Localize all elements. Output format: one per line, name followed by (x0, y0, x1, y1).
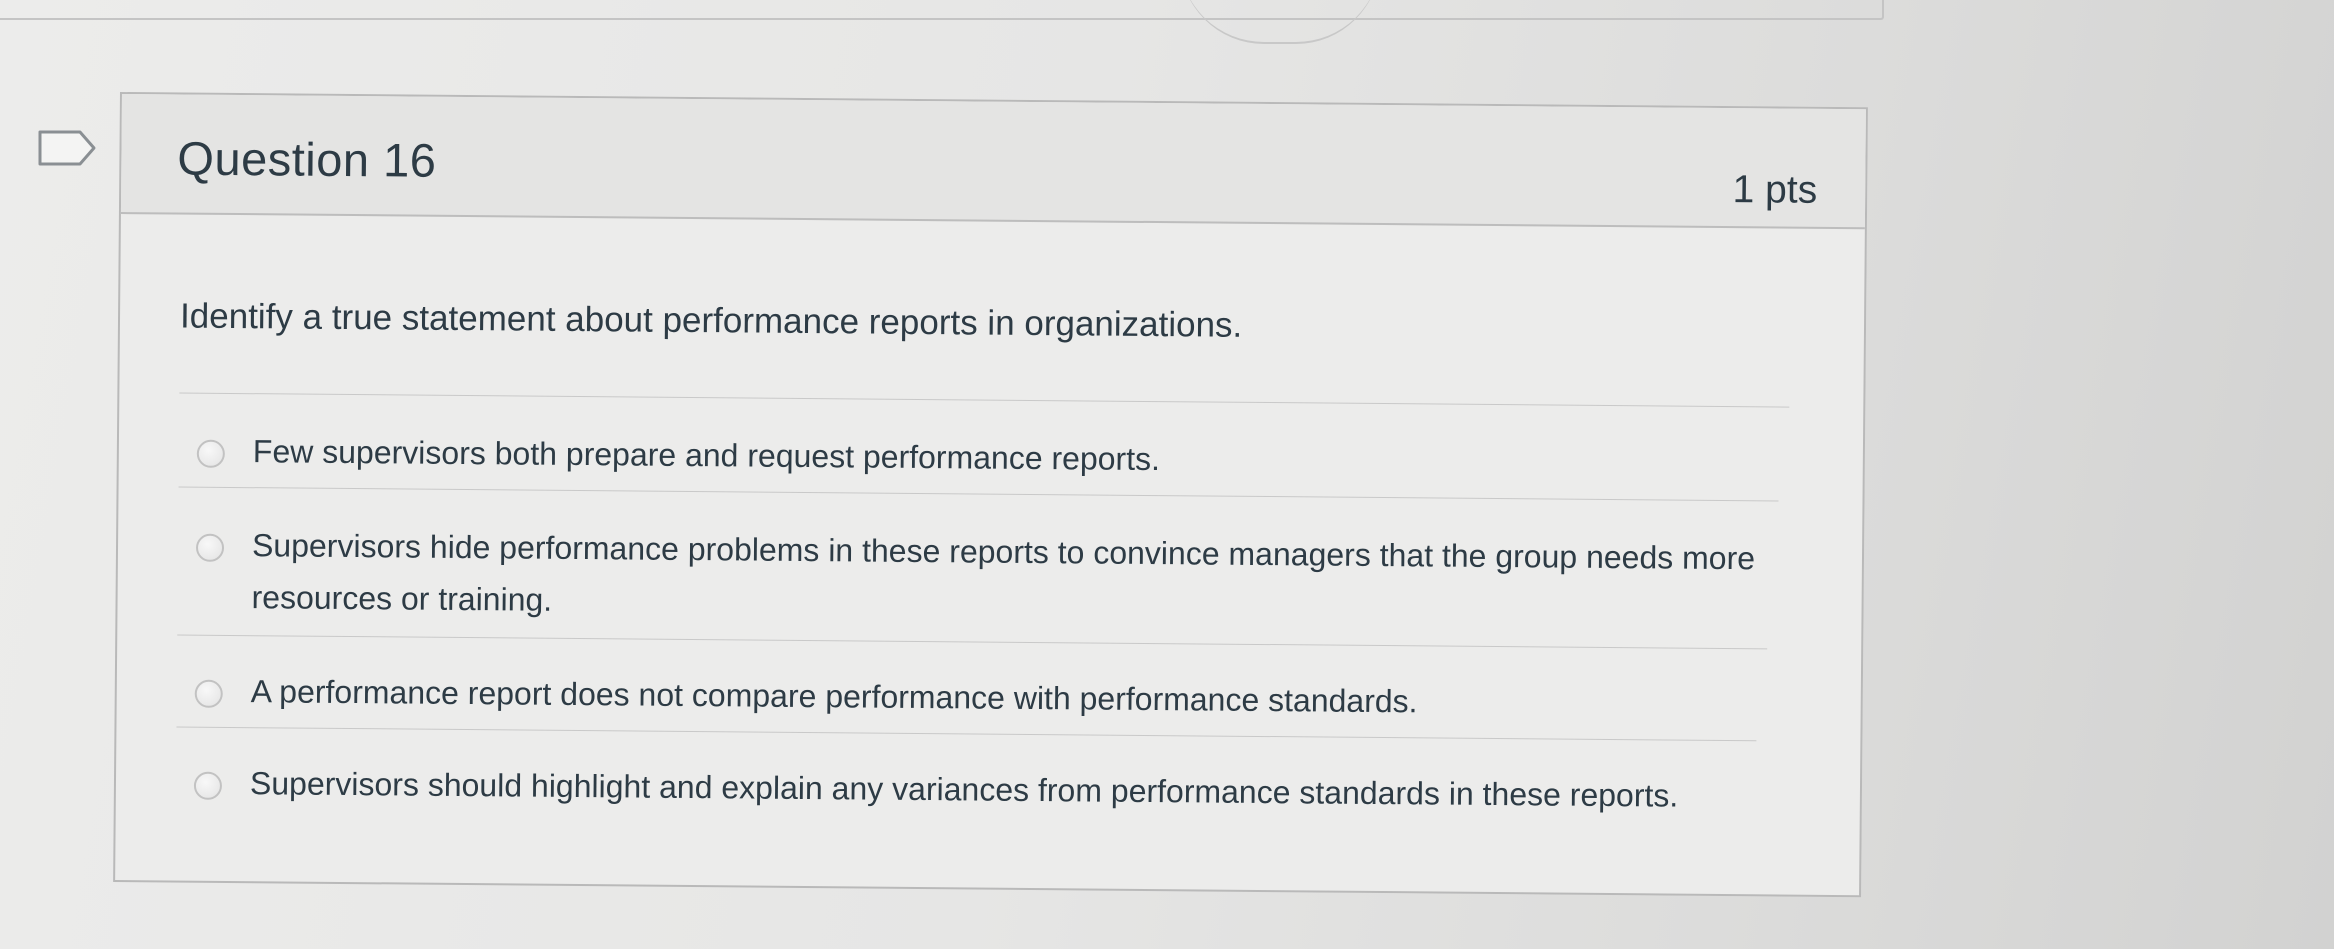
question-header: Question 16 1 pts (120, 94, 1866, 230)
previous-question-frame (0, 0, 1884, 20)
divider (176, 726, 1757, 742)
answer-option-label: Few supervisors both prepare and request… (252, 433, 1161, 478)
flag-question-icon[interactable] (36, 128, 102, 168)
question-title: Question 16 (177, 131, 437, 187)
answer-option-2[interactable]: Supervisors hide performance problems in… (195, 525, 1772, 637)
answer-option-label: A performance report does not compare pe… (250, 673, 1418, 720)
radio-button-icon[interactable] (194, 679, 223, 708)
answer-option-1[interactable]: Few supervisors both prepare and request… (196, 431, 1160, 485)
question-text: Identify a true statement about performa… (179, 296, 1243, 345)
question-points: 1 pts (1732, 168, 1818, 212)
answer-option-3[interactable]: A performance report does not compare pe… (194, 671, 1418, 728)
radio-button-icon[interactable] (193, 771, 223, 800)
divider (179, 392, 1790, 408)
divider (178, 486, 1779, 502)
answer-option-label: Supervisors hide performance problems in… (251, 527, 1756, 618)
decorative-arc (1180, 0, 1380, 44)
answer-option-4[interactable]: Supervisors should highlight and explain… (193, 763, 1679, 822)
answer-option-label: Supervisors should highlight and explain… (249, 765, 1679, 814)
question-card: Question 16 1 pts Identify a true statem… (113, 92, 1868, 898)
divider (177, 634, 1768, 650)
radio-button-icon[interactable] (195, 533, 225, 562)
radio-button-icon[interactable] (196, 439, 225, 468)
